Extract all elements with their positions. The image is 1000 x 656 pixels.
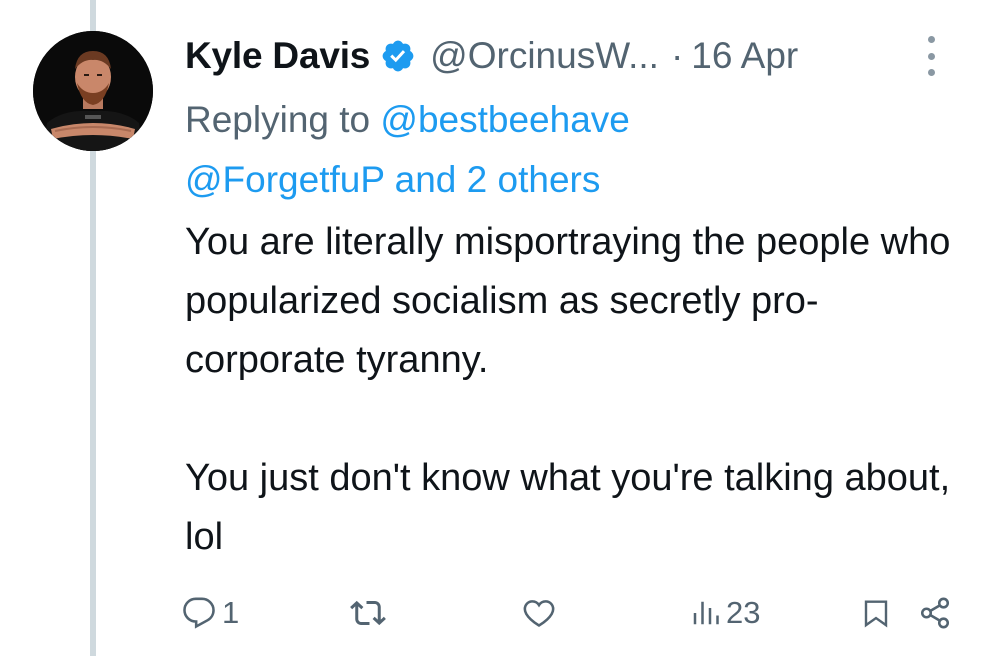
verified-badge-icon bbox=[380, 38, 416, 74]
retweet-button[interactable] bbox=[350, 590, 386, 636]
tweet-paragraph: You are literally misportraying the peop… bbox=[185, 221, 951, 381]
replying-to: Replying to @bestbeehave @ForgetfuP and … bbox=[185, 90, 965, 210]
more-vertical-icon[interactable] bbox=[925, 36, 937, 76]
mention-link[interactable]: @bestbeehave bbox=[380, 99, 629, 140]
share-icon bbox=[920, 597, 950, 629]
author-name[interactable]: Kyle Davis bbox=[185, 35, 370, 77]
mention-link[interactable]: @ForgetfuP bbox=[185, 159, 384, 200]
more-dot bbox=[927, 36, 935, 43]
avatar[interactable] bbox=[33, 31, 153, 151]
tweet-paragraph: You just don't know what you're talking … bbox=[185, 457, 951, 558]
retweet-icon bbox=[350, 600, 386, 626]
heart-icon bbox=[523, 600, 555, 627]
like-button[interactable] bbox=[522, 590, 556, 636]
share-button[interactable] bbox=[918, 590, 952, 636]
reply-button[interactable]: 1 bbox=[182, 590, 239, 636]
views-count: 23 bbox=[726, 595, 761, 630]
bookmark-icon bbox=[864, 600, 888, 628]
views-button[interactable]: 23 bbox=[690, 590, 760, 636]
author-handle[interactable]: @OrcinusW... bbox=[430, 35, 659, 77]
others-link[interactable]: and 2 others bbox=[395, 159, 601, 200]
replying-to-label: Replying to bbox=[185, 99, 371, 140]
action-bar: 1 23 bbox=[180, 590, 960, 636]
tweet-page: Kyle Davis @OrcinusW... · 16 Apr Replyin… bbox=[0, 0, 1000, 656]
tweet-text: You are literally misportraying the peop… bbox=[185, 213, 975, 567]
separator-dot: · bbox=[670, 35, 684, 76]
views-icon bbox=[693, 601, 719, 625]
more-dot bbox=[927, 52, 935, 60]
reply-count: 1 bbox=[222, 595, 240, 630]
comment-icon bbox=[183, 597, 215, 629]
tweet-header: Kyle Davis @OrcinusW... · 16 Apr bbox=[185, 28, 975, 84]
tweet-date[interactable]: 16 Apr bbox=[691, 35, 798, 77]
more-dot bbox=[927, 69, 935, 76]
bookmark-button[interactable] bbox=[860, 590, 892, 636]
